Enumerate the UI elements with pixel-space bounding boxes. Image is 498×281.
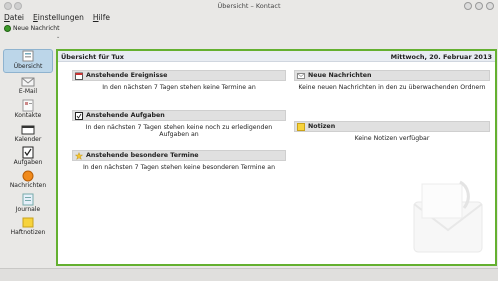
section-text: Keine Notizen verfügbar: [354, 135, 430, 142]
minimize-button[interactable]: [464, 2, 472, 10]
overview-icon: [22, 50, 34, 62]
section-header: Neue Nachrichten: [294, 70, 490, 81]
toolbar: Neue Nachricht ⌄: [0, 23, 498, 41]
new-message-label: Neue Nachricht: [13, 25, 60, 32]
window-title: Übersicht – Kontact: [217, 2, 281, 10]
task-icon: [75, 111, 83, 120]
window-controls: [464, 2, 494, 10]
sidebar-item-label: Nachrichten: [9, 182, 47, 189]
sidebar-item-label: Kalender: [14, 136, 42, 143]
section-header: Notizen: [294, 121, 490, 132]
sidebar-item-contacts[interactable]: Kontakte: [3, 99, 53, 119]
menu-einstellungen[interactable]: Einstellungen: [33, 13, 84, 23]
sidebar-item-label: Aufgaben: [13, 159, 43, 166]
section-title: Anstehende Ereignisse: [86, 72, 168, 79]
sidebar-item-label: E-Mail: [18, 88, 38, 95]
upcoming-tasks-section: Anstehende Aufgaben In den nächsten 7 Ta…: [72, 110, 286, 138]
sidebar-item-overview[interactable]: Übersicht: [3, 49, 53, 73]
sidebar-item-label: Haftnotizen: [10, 229, 46, 236]
news-icon: [22, 170, 34, 182]
sidebar-item-label: Journale: [15, 206, 41, 213]
section-title: Anstehende besondere Termine: [86, 152, 199, 159]
section-text: In den nächsten 7 Tagen stehen keine bes…: [82, 164, 276, 171]
title-bar: Übersicht – Kontact: [0, 0, 498, 13]
sidebar-item-calendar[interactable]: Kalender: [3, 123, 53, 143]
sidebar-item-notes[interactable]: Haftnotizen: [3, 216, 53, 236]
contacts-icon: [22, 99, 34, 112]
chevron-down-icon[interactable]: ⌄: [56, 34, 60, 40]
upcoming-events-section: Anstehende Ereignisse In den nächsten 7 …: [72, 70, 286, 91]
notes-section: Notizen Keine Notizen verfügbar: [294, 121, 490, 142]
component-sidebar: Übersicht E-Mail Kontakte Kalender Aufga…: [3, 49, 53, 264]
note-icon: [297, 122, 305, 131]
section-header: Anstehende besondere Termine: [72, 150, 286, 161]
special-dates-section: Anstehende besondere Termine In den näch…: [72, 150, 286, 171]
mail-icon: [297, 72, 305, 79]
mail-icon: [21, 77, 35, 87]
section-title: Notizen: [308, 123, 336, 130]
sidebar-item-journal[interactable]: Journale: [3, 193, 53, 213]
new-messages-section: Neue Nachrichten Keine neuen Nachrichten…: [294, 70, 490, 91]
sidebar-item-label: Übersicht: [13, 63, 43, 70]
summary-title: Übersicht für Tux: [61, 53, 124, 61]
section-header: Anstehende Aufgaben: [72, 110, 286, 121]
sidebar-item-tasks[interactable]: Aufgaben: [3, 146, 53, 166]
section-text: In den nächsten 7 Tagen stehen keine noc…: [85, 124, 273, 138]
calendar-event-icon: [75, 72, 83, 80]
menu-hilfe[interactable]: Hilfe: [93, 13, 110, 23]
menu-bar: Datei Einstellungen Hilfe: [0, 13, 498, 23]
section-title: Neue Nachrichten: [308, 72, 372, 79]
sidebar-item-label: Kontakte: [14, 112, 42, 119]
star-icon: [75, 151, 83, 160]
summary-view: Übersicht für Tux Mittwoch, 20. Februar …: [56, 49, 497, 266]
summary-date: Mittwoch, 20. Februar 2013: [390, 53, 492, 61]
sidebar-item-mail[interactable]: E-Mail: [3, 75, 53, 95]
journal-icon: [22, 193, 34, 206]
new-message-icon: [4, 25, 11, 32]
menu-datei[interactable]: Datei: [4, 13, 24, 23]
section-header: Anstehende Ereignisse: [72, 70, 286, 81]
notes-icon: [22, 217, 34, 228]
section-title: Anstehende Aufgaben: [86, 112, 165, 119]
sidebar-item-news[interactable]: Nachrichten: [3, 169, 53, 189]
status-bar: [0, 268, 498, 281]
close-button[interactable]: [486, 2, 494, 10]
calendar-icon: [21, 125, 35, 135]
kontact-watermark-icon: [413, 180, 483, 253]
new-message-button[interactable]: Neue Nachricht ⌄: [4, 25, 60, 40]
section-text: In den nächsten 7 Tagen stehen keine Ter…: [102, 84, 256, 91]
maximize-button[interactable]: [475, 2, 483, 10]
tasks-icon: [22, 146, 34, 159]
section-text: Keine neuen Nachrichten in den zu überwa…: [298, 84, 486, 91]
summary-header: Übersicht für Tux Mittwoch, 20. Februar …: [58, 51, 495, 62]
